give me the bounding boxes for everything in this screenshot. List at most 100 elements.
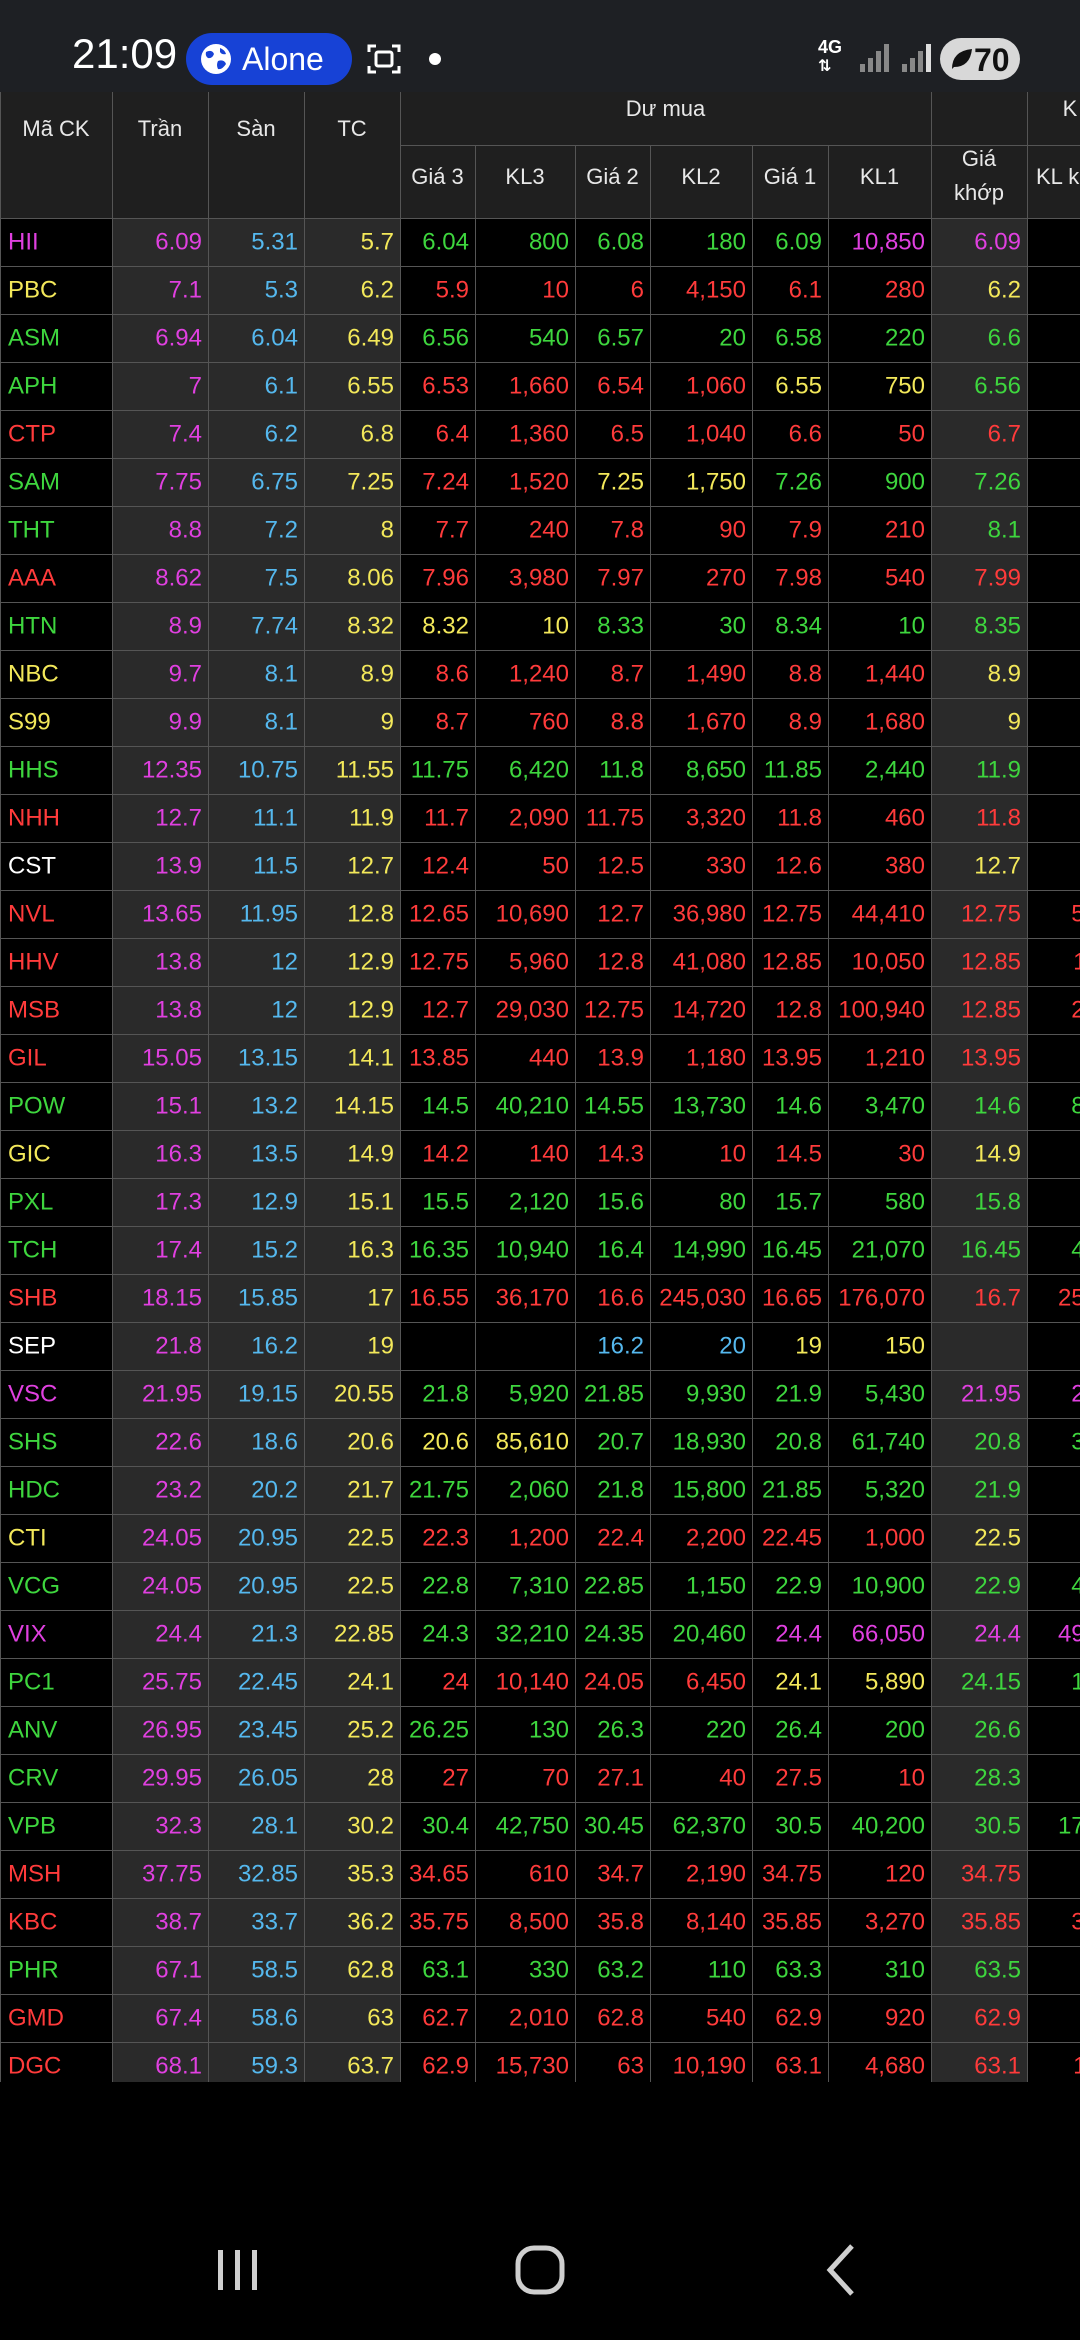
cell-p2: 24.05 — [584, 1668, 644, 1695]
cell-m: 8.35 — [974, 612, 1021, 639]
table-row[interactable]: SHS 22.6 18.6 20.6 20.6 85,610 20.7 18,930 20.8 6… — [8, 1428, 1080, 1455]
cell-v1: 176,070 — [838, 1284, 925, 1311]
cell-c: 67.4 — [155, 2004, 202, 2031]
table-row[interactable]: CTP7.46.26.86.41,3606.51,0406.6506.74 — [8, 420, 1080, 447]
cell-mv: 250 — [1058, 1284, 1080, 1311]
cell-m: 8.9 — [988, 660, 1021, 687]
cell-r: 8.9 — [361, 660, 394, 687]
cell-v2: 245,030 — [659, 1284, 746, 1311]
table-row[interactable]: PHR 67.1 58.5 62.8 63.1 330 63.2 110 63.3 310 63.5… — [8, 1956, 1080, 1983]
cell-p2: 6.5 — [611, 420, 644, 447]
cell-m: 7.26 — [974, 468, 1021, 495]
table-row[interactable]: AAA 8.62 7.5 8.06 7.96 3,980 7.97 270 7.98 540 7.9… — [8, 564, 1080, 591]
table-row[interactable]: KBC 38.7 33.7 36.2 35.75 8,500 35.8 8,140 35.85 3… — [8, 1908, 1080, 1935]
table-row[interactable]: HDC 23.2 20.2 21.7 21.75 2,060 21.8 15,800 21.85… — [8, 1476, 1080, 1503]
table-row[interactable]: GIC 16.3 13.5 14.9 14.2 140 14.3 10 14.5 30 14.9 — [8, 1140, 1021, 1167]
cell-p3: 21.75 — [409, 1476, 469, 1503]
table-row[interactable]: ASM6.946.046.496.565406.57206.582206.63 — [8, 324, 1080, 351]
cell-c: 12.35 — [142, 756, 202, 783]
table-row[interactable]: VPB 32.3 28.1 30.2 30.4 42,750 30.45 62,370 30.5… — [8, 1812, 1080, 1839]
group-header-next: K — [1063, 96, 1078, 121]
table-row[interactable]: TCH 17.4 15.2 16.3 16.35 10,940 16.4 14,990 16.4… — [8, 1236, 1080, 1263]
table-row[interactable]: HHV 13.8 12 12.9 12.75 5,960 12.8 41,080 12.85 10… — [8, 948, 1080, 975]
cell-p2: 16.2 — [597, 1332, 644, 1359]
cell-p3: 16.55 — [409, 1284, 469, 1311]
cell-p2: 15.6 — [597, 1188, 644, 1215]
cell-c: 13.9 — [155, 852, 202, 879]
cell-v3: 6,420 — [509, 756, 569, 783]
cell-v1: 2,440 — [865, 756, 925, 783]
screenshot-icon — [367, 44, 401, 74]
table-row[interactable]: SHB 18.15 15.85 17 16.55 36,170 16.6 245,030 16.… — [8, 1284, 1080, 1311]
table-row[interactable]: MSB 13.8 12 12.9 12.7 29,030 12.75 14,720 12.8 10… — [8, 996, 1080, 1023]
cell-v3: 10,940 — [496, 1236, 569, 1263]
navigation-bar — [0, 2200, 1080, 2340]
stock-symbol: APH — [8, 372, 57, 399]
cell-p2: 12.7 — [597, 900, 644, 927]
cell-v2: 20,460 — [673, 1620, 746, 1647]
table-row[interactable]: PXL 17.3 12.9 15.1 15.5 2,120 15.6 80 15.7 580 15.… — [8, 1188, 1021, 1215]
cell-m: 28.3 — [974, 1764, 1021, 1791]
price-board[interactable]: Mã CK Trần Sàn TC Dư mua K Giá 3 KL3 Giá 2 KL2 Giá… — [0, 92, 1080, 2082]
table-row[interactable]: VSC 21.95 19.15 20.55 21.8 5,920 21.85 9,930 21.… — [8, 1380, 1080, 1407]
cell-v3: 5,920 — [509, 1380, 569, 1407]
cell-p3: 13.85 — [409, 1044, 469, 1071]
cell-p2: 62.8 — [597, 2004, 644, 2031]
table-row[interactable]: MSH 37.75 32.85 35.3 34.65 610 34.7 2,190 34.75 1… — [8, 1860, 1080, 1887]
back-icon[interactable] — [804, 2240, 884, 2300]
cell-c: 12.7 — [155, 804, 202, 831]
cell-c: 9.7 — [169, 660, 202, 687]
cell-v2: 20 — [719, 324, 746, 351]
table-row[interactable]: DGC 68.1 59.3 63.7 62.9 15,730 63 10,190 63.1 4,6… — [8, 2052, 1080, 2079]
cell-c: 7.1 — [169, 276, 202, 303]
cell-c: 9.9 — [169, 708, 202, 735]
home-icon[interactable] — [500, 2240, 580, 2300]
stock-symbol: NVL — [8, 900, 55, 927]
cell-p3: 35.75 — [409, 1908, 469, 1935]
cell-p3: 5.9 — [436, 276, 469, 303]
cell-p1: 12.8 — [775, 996, 822, 1023]
stock-symbol: CTI — [8, 1524, 47, 1551]
table-row[interactable]: NHH 12.7 11.1 11.9 11.7 2,090 11.75 3,320 11.8 46… — [8, 804, 1021, 831]
focus-mode-pill[interactable]: Alone — [186, 33, 352, 85]
table-row[interactable]: VIX 24.4 21.3 22.85 24.3 32,210 24.35 20,460 24.… — [8, 1620, 1080, 1647]
cell-c: 15.1 — [155, 1092, 202, 1119]
cell-p2: 30.45 — [584, 1812, 644, 1839]
table-row[interactable]: ANV 26.95 23.45 25.2 26.25 130 26.3 220 26.4 200 2… — [8, 1716, 1080, 1743]
status-bar: 21:09 Alone 4G ⇅ 70 — [0, 0, 1080, 92]
table-row[interactable]: CRV 29.95 26.05 28 27 70 27.1 40 27.5 10 28.3 — [8, 1764, 1021, 1791]
table-row[interactable]: PC1 25.75 22.45 24.1 24 10,140 24.05 6,450 24.1 5… — [8, 1668, 1080, 1695]
table-row[interactable]: HHS 12.35 10.75 11.55 11.75 6,420 11.8 8,650 11.… — [8, 756, 1080, 783]
cell-v2: 1,150 — [686, 1572, 746, 1599]
cell-v2: 540 — [706, 2004, 746, 2031]
cell-f: 8.1 — [265, 708, 298, 735]
recent-apps-icon[interactable] — [198, 2240, 278, 2300]
cell-p3: 24.3 — [422, 1620, 469, 1647]
cell-p2: 63 — [617, 2052, 644, 2079]
table-row[interactable]: CTI 24.05 20.95 22.5 22.3 1,200 22.4 2,200 22.45… — [8, 1524, 1080, 1551]
cell-c: 6.09 — [155, 228, 202, 255]
cell-p1: 8.8 — [789, 660, 822, 687]
cell-mv: 18 — [1071, 1668, 1080, 1695]
cell-mv: 87 — [1071, 1092, 1080, 1119]
cell-p2: 7.8 — [611, 516, 644, 543]
cell-m: 12.85 — [961, 948, 1021, 975]
table-row[interactable]: NVL 13.65 11.95 12.8 12.65 10,690 12.7 36,980 12… — [8, 900, 1080, 927]
table-row[interactable]: GMD 67.4 58.6 63 62.7 2,010 62.8 540 62.9 920 62.9… — [8, 2004, 1080, 2031]
table-row[interactable]: SAM 7.75 6.75 7.25 7.24 1,520 7.25 1,750 7.26 900… — [8, 468, 1021, 495]
stock-symbol: NBC — [8, 660, 59, 687]
cell-p3: 63.1 — [422, 1956, 469, 1983]
cell-v2: 41,080 — [673, 948, 746, 975]
table-row[interactable]: HII 6.09 5.31 5.7 6.04 800 6.08 180 6.09 10,850 6.… — [8, 228, 1021, 255]
cell-r: 12.8 — [347, 900, 394, 927]
table-row[interactable]: GIL 15.05 13.15 14.1 13.85 440 13.9 1,180 13.95 1… — [8, 1044, 1080, 1071]
cell-p3: 62.7 — [422, 2004, 469, 2031]
table-row[interactable]: CST 13.9 11.5 12.7 12.4 50 12.5 330 12.6 380 12.7 — [8, 852, 1021, 879]
table-row[interactable]: VCG 24.05 20.95 22.5 22.8 7,310 22.85 1,150 22.9… — [8, 1572, 1080, 1599]
cell-p1: 8.9 — [789, 708, 822, 735]
cell-v1: 10,050 — [852, 948, 925, 975]
column-header: Trần — [138, 116, 182, 141]
cell-p2: 8.7 — [611, 660, 644, 687]
table-row[interactable]: POW 15.1 13.2 14.15 14.5 40,210 14.55 13,730 14.… — [8, 1092, 1080, 1119]
cell-p1: 24.1 — [775, 1668, 822, 1695]
